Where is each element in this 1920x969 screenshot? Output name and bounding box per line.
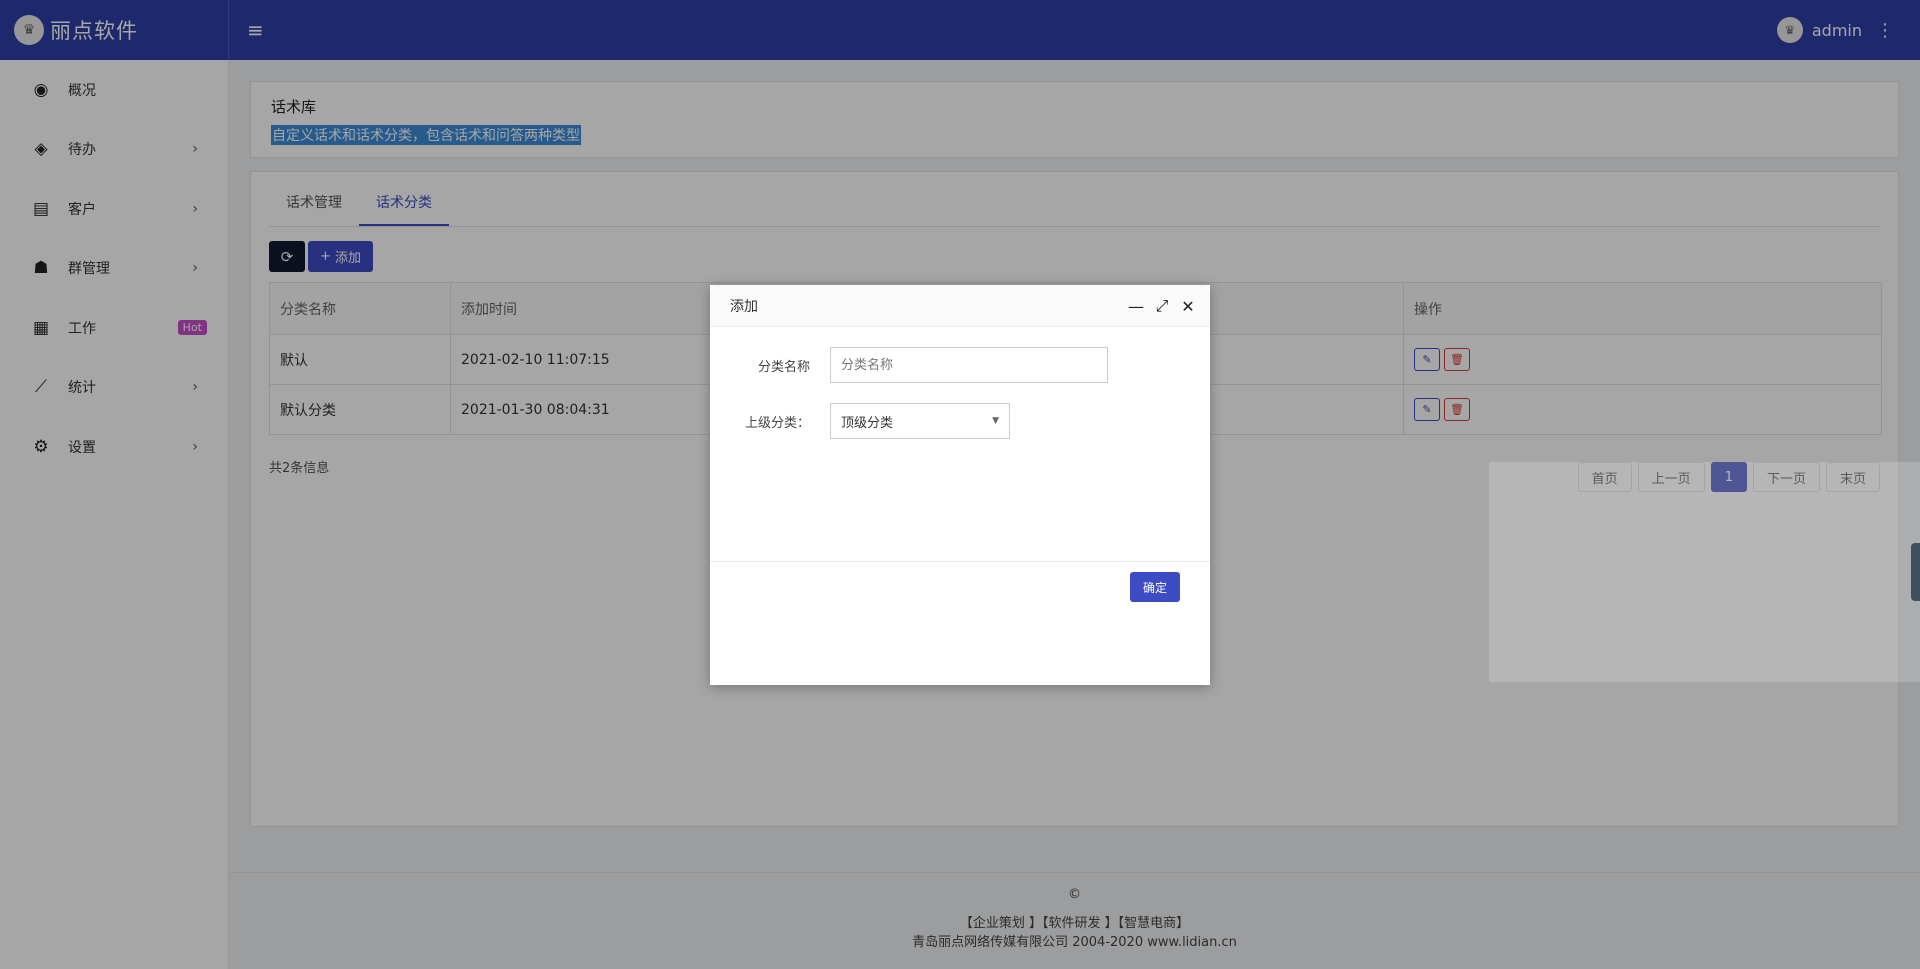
dialog-controls: — ⤢ ✕ (1128, 285, 1196, 327)
side-handle[interactable] (1911, 543, 1920, 601)
add-category-dialog: 添加 — ⤢ ✕ 分类名称 上级分类： 顶级分类 ▼ 确定 (710, 285, 1210, 685)
parent-category-select[interactable]: 顶级分类 ▼ (830, 403, 1010, 439)
category-name-label: 分类名称 (757, 359, 810, 375)
dialog-footer: 确定 (710, 561, 1210, 602)
parent-category-value: 顶级分类 (841, 415, 894, 431)
backdrop-highlight (1489, 462, 1920, 682)
form-row-name: 分类名称 (710, 347, 1210, 383)
category-name-input[interactable] (830, 347, 1108, 383)
form-row-parent: 上级分类： 顶级分类 ▼ (710, 403, 1210, 439)
dialog-title: 添加 (730, 298, 758, 315)
close-icon[interactable]: ✕ (1180, 297, 1196, 316)
chevron-down-icon: ▼ (992, 416, 999, 426)
confirm-button[interactable]: 确定 (1130, 572, 1180, 602)
minimize-icon[interactable]: — (1128, 297, 1144, 316)
dialog-header: 添加 — ⤢ ✕ (710, 285, 1210, 327)
parent-category-label: 上级分类： (744, 415, 810, 431)
maximize-icon[interactable]: ⤢ (1154, 296, 1170, 316)
